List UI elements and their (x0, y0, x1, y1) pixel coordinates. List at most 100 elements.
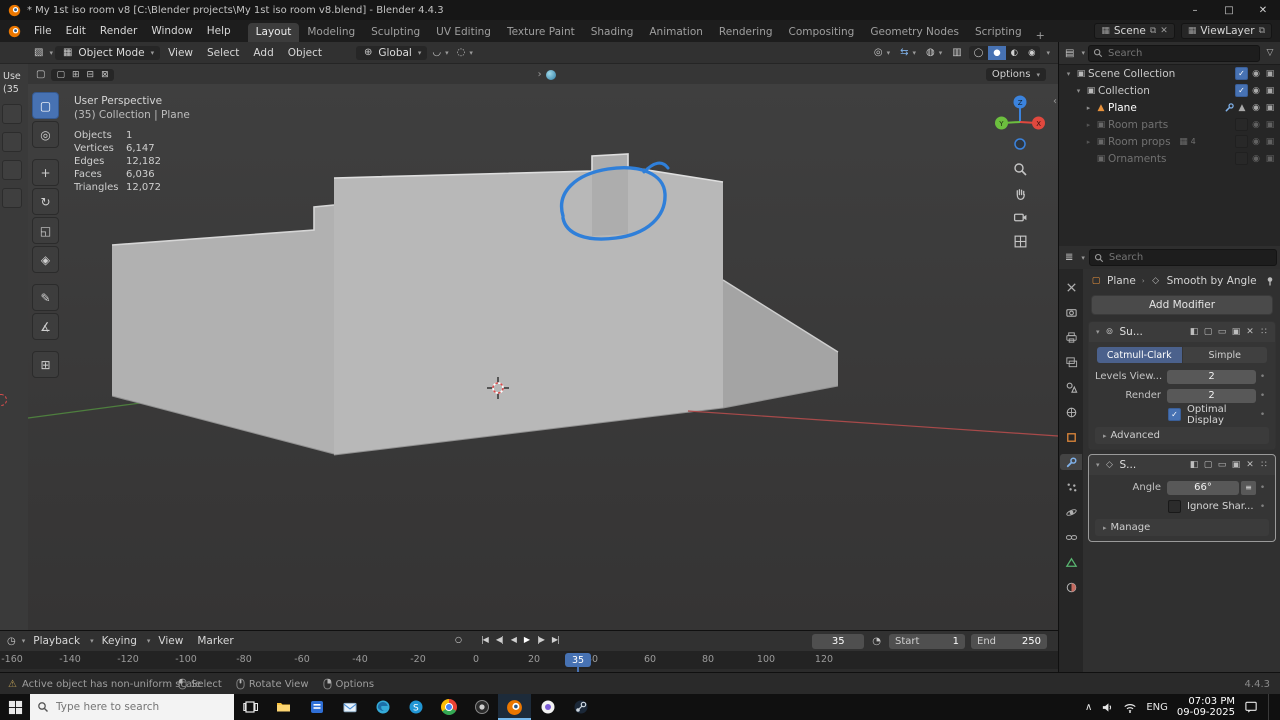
editor-type-icon[interactable]: ◷ (5, 636, 18, 647)
taskbar-app-blender[interactable] (498, 694, 531, 720)
collapsed-viewport-editor[interactable]: Use (35 (0, 42, 29, 630)
tool-rotate[interactable]: ↻ (32, 188, 59, 215)
taskbar-app-mail[interactable] (333, 694, 366, 720)
menu-file[interactable]: File (27, 23, 59, 39)
properties-tab-material[interactable] (1060, 579, 1082, 595)
task-view-button[interactable] (234, 694, 267, 720)
filter-icon[interactable]: ▽ (1263, 48, 1277, 58)
transform-orientation[interactable]: ⊕ Global ▾ (356, 46, 427, 60)
outliner-row-room-parts[interactable]: ▸ ▣ Room parts ◉ ▣ (1059, 116, 1280, 133)
expand-icon[interactable]: ▸ (1083, 121, 1094, 129)
properties-tab-scene[interactable] (1060, 379, 1082, 395)
playhead-marker[interactable]: 35 (565, 653, 591, 667)
taskbar-app-store[interactable] (300, 694, 333, 720)
taskbar-clock[interactable]: 07:03 PM 09-09-2025 (1177, 696, 1235, 718)
modifier-header[interactable]: ▾ ⊚ Su... ◧ ▢ ▭ ▣ ✕ ∷ (1089, 322, 1275, 342)
catmull-clark-button[interactable]: Catmull-Clark (1097, 347, 1182, 363)
hide-eye-icon[interactable]: ◉ (1249, 103, 1263, 113)
pin-icon[interactable] (1265, 276, 1275, 286)
tab-uv-editing[interactable]: UV Editing (428, 23, 499, 42)
properties-tab-render[interactable] (1060, 304, 1082, 320)
tab-scripting[interactable]: Scripting (967, 23, 1030, 42)
menu-view[interactable]: View (152, 634, 189, 648)
menu-help[interactable]: Help (200, 23, 238, 39)
current-frame-field[interactable]: 35 (812, 634, 864, 649)
viewlayer-copy-icon[interactable]: ⧉ (1259, 26, 1265, 36)
hide-eye-icon[interactable]: ◉ (1249, 154, 1263, 164)
menu-edit[interactable]: Edit (59, 23, 93, 39)
menu-window[interactable]: Window (144, 23, 199, 39)
tab-compositing[interactable]: Compositing (781, 23, 863, 42)
start-frame-field[interactable]: Start1 (889, 634, 965, 649)
prev-keyframe-button[interactable]: ◀| (493, 633, 506, 646)
properties-tab-tool[interactable] (1060, 279, 1082, 295)
scene-selector[interactable]: ▦ Scene ⧉ ✕ (1094, 23, 1175, 39)
animate-dot[interactable]: • (1256, 391, 1269, 401)
taskbar-app-camera[interactable] (465, 694, 498, 720)
menu-add[interactable]: Add (247, 46, 279, 60)
render-camera-icon[interactable]: ▣ (1263, 154, 1277, 164)
sliver-tool-button[interactable] (2, 104, 22, 124)
taskbar-app-chrome[interactable] (432, 694, 465, 720)
preview-range-icon[interactable]: ◔ (870, 636, 883, 647)
render-camera-icon[interactable]: ▣ (1263, 103, 1277, 113)
taskbar-search-input[interactable] (54, 700, 227, 714)
edit-mode-toggle[interactable]: ▢ (1202, 460, 1214, 470)
expand-icon[interactable]: ▾ (1073, 87, 1084, 95)
tab-rendering[interactable]: Rendering (711, 23, 781, 42)
animate-dot[interactable]: • (1256, 502, 1269, 512)
properties-tab-world[interactable] (1060, 404, 1082, 420)
properties-tab-particles[interactable] (1060, 479, 1082, 495)
jump-to-end-button[interactable]: ▶| (549, 633, 562, 646)
hide-eye-icon[interactable]: ◉ (1249, 69, 1263, 79)
tray-expand-icon[interactable]: ∧ (1085, 702, 1092, 713)
sliver-tool-button[interactable] (2, 188, 22, 208)
modifier-name[interactable]: S... (1120, 459, 1137, 471)
render-camera-icon[interactable]: ▣ (1263, 137, 1277, 147)
render-camera-icon[interactable]: ▣ (1263, 86, 1277, 96)
menu-object[interactable]: Object (282, 46, 328, 60)
breadcrumb-modifier[interactable]: Smooth by Angle (1167, 275, 1257, 287)
properties-search[interactable] (1089, 249, 1277, 266)
mode-selector[interactable]: ▦ Object Mode ▾ (55, 46, 160, 60)
maximize-button[interactable]: □ (1212, 0, 1246, 20)
levels-viewport-field[interactable]: 2 (1167, 370, 1256, 384)
outliner-search-input[interactable] (1106, 47, 1255, 60)
proportional-edit-toggle[interactable]: ◌ ▾ (454, 46, 476, 59)
sliver-tool-button[interactable] (2, 132, 22, 152)
tool-annotate[interactable]: ✎ (32, 284, 59, 311)
taskbar-app-file-explorer[interactable] (267, 694, 300, 720)
tab-shading[interactable]: Shading (583, 23, 642, 42)
scene-copy-icon[interactable]: ⧉ (1150, 26, 1156, 36)
add-workspace-button[interactable]: + (1030, 29, 1051, 42)
modifier-name[interactable]: Su... (1120, 326, 1143, 338)
collection-checkbox[interactable]: ✓ (1235, 67, 1248, 80)
hide-eye-icon[interactable]: ◉ (1249, 86, 1263, 96)
properties-tab-constraints[interactable] (1060, 529, 1082, 545)
render-toggle[interactable]: ▣ (1230, 327, 1242, 337)
axis-z-negative-handle[interactable] (1015, 139, 1025, 149)
tab-sculpting[interactable]: Sculpting (363, 23, 428, 42)
object-visibility-toggle[interactable]: ◎ ▾ (871, 46, 893, 59)
play-button[interactable]: ▶ (521, 633, 532, 646)
on-cage-toggle[interactable]: ◧ (1188, 460, 1200, 470)
properties-tab-physics[interactable] (1060, 504, 1082, 520)
menu-marker[interactable]: Marker (191, 634, 239, 648)
expand-icon[interactable]: ▾ (1096, 461, 1100, 469)
next-keyframe-button[interactable]: |▶ (534, 633, 547, 646)
taskbar-app-skype[interactable]: S (399, 694, 432, 720)
modifier-header[interactable]: ▾ ◇ S... ◧ ▢ ▭ ▣ ✕ ∷ (1089, 455, 1275, 475)
timeline-ruler[interactable]: -160 -140 -120 -100 -80 -60 -40 -20 0 20… (0, 651, 1058, 669)
editor-type-icon[interactable]: ▤ (1063, 48, 1076, 59)
tool-cursor[interactable]: ◎ (32, 121, 59, 148)
menu-render[interactable]: Render (93, 23, 144, 39)
hide-eye-icon[interactable]: ◉ (1249, 137, 1263, 147)
show-desktop-button[interactable] (1268, 694, 1274, 720)
tool-select-box[interactable]: ▢ (32, 92, 59, 119)
outliner-row-room-props[interactable]: ▸ ▣ Room props ▦ 4 ◉ ▣ (1059, 133, 1280, 150)
tool-measure[interactable]: ∡ (32, 313, 59, 340)
properties-tab-output[interactable] (1060, 329, 1082, 345)
taskbar-search[interactable] (30, 694, 234, 720)
camera-view-icon[interactable] (1011, 208, 1029, 226)
collection-checkbox[interactable] (1235, 152, 1248, 165)
